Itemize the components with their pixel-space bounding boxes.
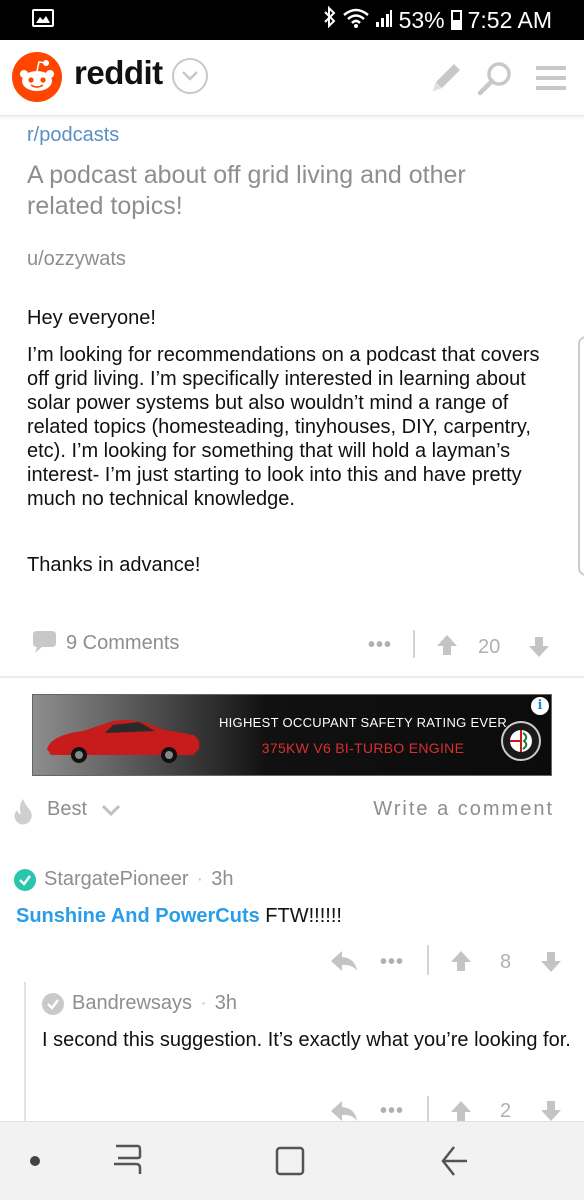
pencil-icon[interactable] <box>428 60 464 101</box>
flame-icon <box>12 798 34 831</box>
system-nav-bar <box>0 1121 584 1200</box>
comment-bubble-icon <box>33 631 56 653</box>
battery-icon <box>450 10 462 30</box>
edge-panel-handle[interactable] <box>578 336 584 576</box>
downvote-icon[interactable] <box>540 951 562 978</box>
bluetooth-icon <box>323 5 337 34</box>
sort-label: Best <box>47 798 88 820</box>
comment-username[interactable]: Bandrewsays <box>72 992 192 1015</box>
chevron-down-icon <box>101 804 120 816</box>
reddit-logo-icon[interactable] <box>12 52 62 102</box>
post-body-paragraph: Hey everyone! <box>27 307 156 329</box>
comment-header: Bandrewsays · 3h <box>42 992 237 1015</box>
chevron-down-icon[interactable] <box>172 58 208 94</box>
status-indicators: 53% 7:52 AM <box>323 5 552 34</box>
search-icon[interactable] <box>476 60 514 103</box>
comment-username[interactable]: StargatePioneer <box>44 868 189 891</box>
comment-link[interactable]: Sunshine And PowerCuts <box>16 905 260 927</box>
post-score: 20 <box>478 636 501 658</box>
downvote-icon[interactable] <box>528 636 550 663</box>
divider <box>427 1096 429 1122</box>
more-options-icon[interactable]: ••• <box>380 951 404 974</box>
thread-line <box>24 982 26 1122</box>
signal-icon <box>375 7 393 34</box>
check-circle-icon <box>14 868 36 891</box>
post-title: A podcast about off grid living and othe… <box>27 161 466 220</box>
meta-separator: · <box>196 868 204 890</box>
post-author[interactable]: u/ozzywats <box>27 248 126 271</box>
comment-age: 3h <box>214 992 237 1014</box>
subreddit-link[interactable]: r/podcasts <box>27 124 119 147</box>
clock: 7:52 AM <box>467 6 552 33</box>
upvote-icon[interactable] <box>450 950 472 977</box>
divider <box>413 630 415 658</box>
back-icon[interactable] <box>440 1144 468 1183</box>
comment-header: StargatePioneer · 3h <box>14 868 233 891</box>
more-options-icon[interactable]: ••• <box>368 634 392 657</box>
home-icon[interactable] <box>275 1146 305 1181</box>
post-body-paragraph: I’m looking for recommendations on a pod… <box>27 344 540 510</box>
comment-text: FTW!!!!!! <box>259 905 342 927</box>
menu-icon[interactable] <box>536 64 566 97</box>
app-header: reddit <box>0 40 584 116</box>
more-options-icon[interactable]: ••• <box>380 1100 404 1123</box>
reply-icon[interactable] <box>330 950 358 977</box>
comment-body: Sunshine And PowerCuts FTW!!!!!! <box>16 904 556 928</box>
battery-percent: 53% <box>398 6 445 33</box>
ad-info-icon[interactable]: i <box>531 697 549 715</box>
post-body-paragraph: Thanks in advance! <box>27 554 201 576</box>
comment-score: 2 <box>500 1100 512 1122</box>
image-icon <box>32 9 54 27</box>
comments-count-label: 9 Comments <box>66 631 180 654</box>
app-wordmark[interactable]: reddit <box>74 54 163 92</box>
section-divider <box>0 676 584 678</box>
comment-sort-row: Best Write a comment <box>0 794 584 830</box>
comment-age: 3h <box>211 868 234 890</box>
post-actions-bar: 9 Comments ••• 20 <box>0 620 584 670</box>
brand-badge-icon <box>501 721 541 761</box>
recent-apps-icon[interactable] <box>112 1144 142 1183</box>
ad-banner[interactable]: HIGHEST OCCUPANT SAFETY RATING EVER 375K… <box>32 694 552 776</box>
check-circle-icon <box>42 992 64 1015</box>
divider <box>427 945 429 975</box>
wifi-icon <box>342 7 369 34</box>
sort-dropdown[interactable]: Best <box>47 798 121 821</box>
meta-separator: · <box>200 992 207 1014</box>
car-image <box>47 720 200 763</box>
ad-subline: 375KW V6 BI-TURBO ENGINE <box>261 740 465 756</box>
comments-button[interactable]: 9 Comments <box>30 630 179 656</box>
dot-icon <box>30 1156 40 1166</box>
comment-score: 8 <box>500 951 512 973</box>
upvote-icon[interactable] <box>436 634 458 661</box>
status-bar: 53% 7:52 AM <box>0 0 584 40</box>
ad-headline: HIGHEST OCCUPANT SAFETY RATING EVER <box>218 715 508 730</box>
comment-body: I second this suggestion. It’s exactly w… <box>42 1029 571 1051</box>
write-comment-button[interactable]: Write a comment <box>373 798 554 821</box>
